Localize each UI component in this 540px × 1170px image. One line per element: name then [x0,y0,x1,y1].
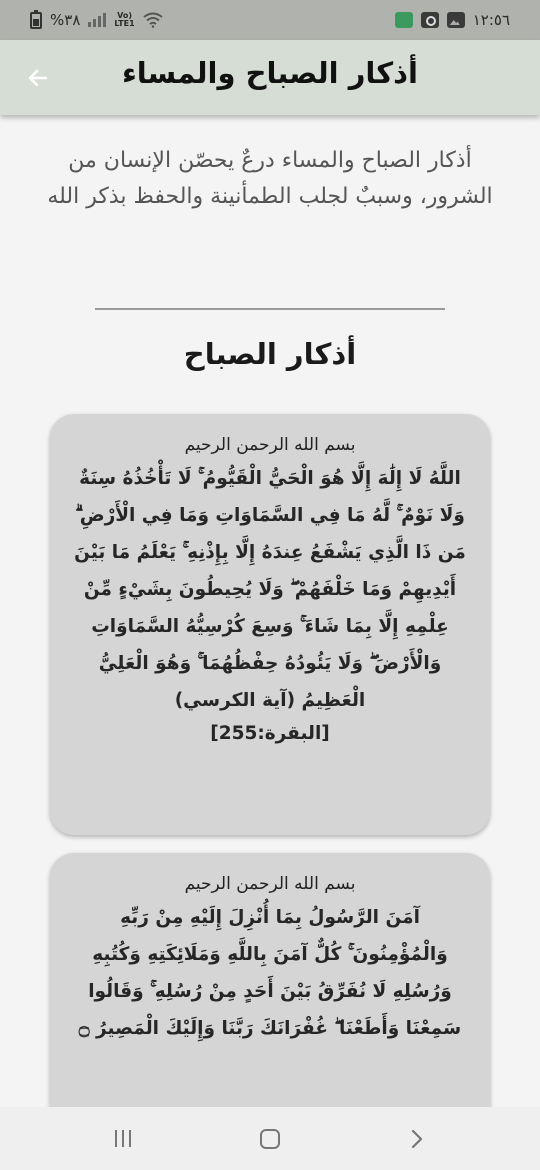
status-right: ١٢:٥٦ [394,11,510,29]
page-title: أذكار الصباح والمساء [121,56,418,90]
dhikr-card[interactable]: بسم الله الرحمن الرحيم آمَنَ الرَّسُولُ … [50,853,490,1107]
signal-icon [88,13,107,27]
home-icon [259,1128,280,1149]
battery-percent: %٣٨ [50,11,81,29]
section-title: أذكار الصباح [183,337,357,371]
card-text: آمَنَ الرَّسُولُ بِمَا أُنْزِلَ إِلَيْهِ… [78,907,462,1039]
dhikr-card[interactable]: بسم الله الرحمن الرحيم اللَّهُ لَا إِلَٰ… [50,414,490,835]
recents-icon [115,1130,132,1147]
system-nav-bar [0,1107,540,1170]
status-bar: %٣٨ Vo) LTE1 ١٢:٥٦ [0,0,540,40]
camera-icon [420,12,439,28]
battery-icon [30,9,42,29]
status-time: ١٢:٥٦ [472,11,510,29]
quran-app-icon [394,12,413,28]
back-nav-button[interactable] [387,1117,447,1161]
card-reference: [البقرة:255] [210,723,330,744]
wifi-icon [143,12,163,28]
card-basmala: بسم الله الرحمن الرحيم [184,874,356,894]
divider [95,308,445,310]
status-left: %٣٨ Vo) LTE1 [30,9,163,29]
volte-icon: Vo) LTE1 [114,11,135,28]
back-button[interactable] [20,60,56,96]
back-nav-icon [411,1129,422,1148]
main-content[interactable]: أذكار الصباح والمساء درعٌ يحصّن الإنسان … [0,115,540,1107]
intro-text: أذكار الصباح والمساء درعٌ يحصّن الإنسان … [47,148,493,210]
app-bar: أذكار الصباح والمساء [0,40,540,115]
card-text: اللَّهُ لَا إِلَٰهَ إِلَّا هُوَ الْحَيُّ… [74,468,466,711]
recents-button[interactable] [93,1117,153,1161]
arrow-back-icon [28,69,48,87]
gallery-icon [446,12,465,28]
card-basmala: بسم الله الرحمن الرحيم [184,435,356,455]
home-button[interactable] [240,1117,300,1161]
